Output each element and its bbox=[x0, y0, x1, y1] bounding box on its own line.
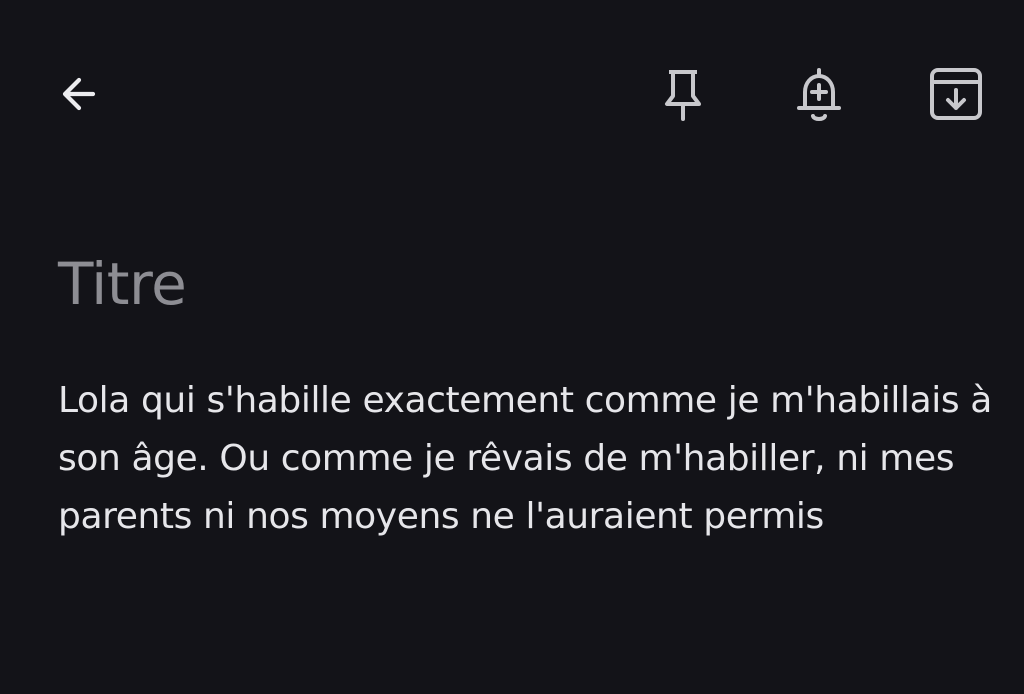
title-input[interactable]: Titre bbox=[58, 240, 998, 328]
reminder-button[interactable] bbox=[783, 58, 855, 130]
archive-button[interactable] bbox=[920, 58, 992, 130]
pin-icon bbox=[665, 70, 701, 121]
archive-icon bbox=[930, 68, 982, 120]
top-app-bar bbox=[0, 0, 1024, 190]
note-body-text[interactable]: Lola qui s'habille exactement comme je m… bbox=[58, 372, 998, 546]
pin-button[interactable] bbox=[647, 58, 719, 130]
arrow-back-icon bbox=[62, 77, 96, 111]
back-button[interactable] bbox=[43, 58, 115, 130]
bell-plus-icon bbox=[797, 68, 841, 121]
note-editor: Titre Lola qui s'habille exactement comm… bbox=[58, 240, 998, 546]
